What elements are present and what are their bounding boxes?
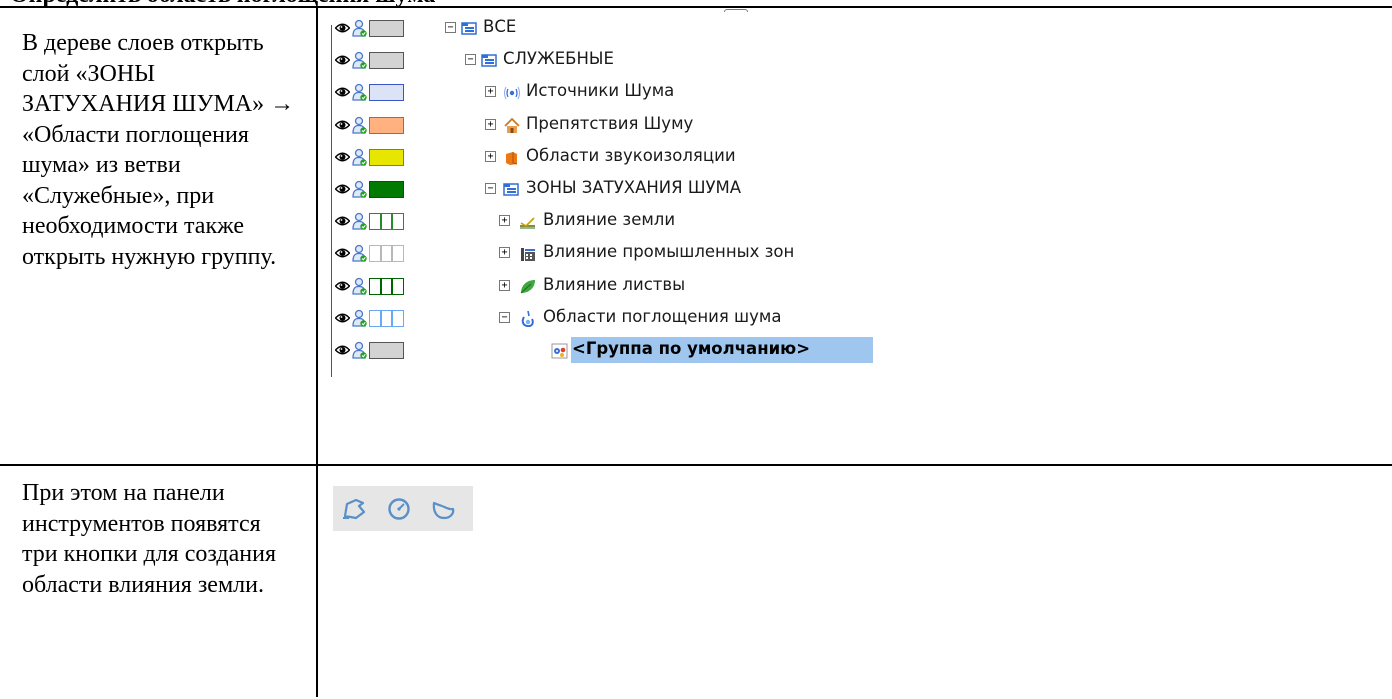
collapse-toggle[interactable]: −	[465, 54, 476, 66]
layer-tree-row[interactable]: <Группа по умолчанию>	[333, 334, 888, 366]
layer-style-swatch[interactable]	[369, 148, 404, 166]
layer-style-swatch[interactable]	[369, 277, 404, 295]
layer-tree-label[interactable]: Влияние земли	[543, 210, 675, 229]
expand-toggle[interactable]: +	[485, 118, 496, 130]
absorption-icon	[521, 310, 534, 327]
visibility-eye-icon[interactable]	[335, 183, 350, 195]
layer-tree-row[interactable]: − СЛУЖЕБНЫЕ	[333, 44, 888, 76]
layer-style-swatch[interactable]	[369, 245, 404, 263]
edit-lock-icon[interactable]	[351, 19, 368, 38]
layer-tree-label[interactable]: СЛУЖЕБНЫЕ	[503, 49, 614, 68]
outline-area-icon	[432, 501, 455, 520]
layer-tree-label[interactable]: Области звукоизоляции	[526, 146, 736, 165]
layer-tree-label[interactable]: <Группа по умолчанию>	[572, 339, 810, 358]
circle-area-button[interactable]	[383, 494, 415, 524]
visibility-eye-icon[interactable]	[335, 312, 350, 324]
layer-tree: − ВСЕ − СЛУЖЕБНЫЕ + Источники Шума + Препятстви…	[333, 12, 888, 377]
layer-tree-row[interactable]: − Области поглощения шума	[333, 302, 888, 334]
folder-layer-icon	[461, 22, 477, 35]
layer-style-swatch[interactable]	[369, 309, 404, 327]
expand-toggle[interactable]: +	[499, 215, 510, 227]
folder-layer-icon	[503, 183, 519, 196]
layer-style-swatch[interactable]	[369, 181, 404, 198]
collapse-toggle[interactable]: −	[499, 311, 510, 323]
layer-tree-label[interactable]: Источники Шума	[526, 81, 674, 100]
table-row: При этом на панели инструментов появятся…	[0, 466, 1392, 699]
layer-style-swatch[interactable]	[369, 342, 404, 359]
layer-tree-label[interactable]: Влияние промышленных зон	[543, 242, 794, 261]
edit-lock-icon[interactable]	[351, 309, 368, 328]
circle-area-icon	[388, 498, 410, 520]
visibility-eye-icon[interactable]	[335, 215, 350, 227]
layer-style-swatch[interactable]	[369, 52, 404, 70]
layer-tree-label[interactable]: Влияние листвы	[543, 275, 685, 294]
layer-tree-row[interactable]: − ВСЕ	[333, 12, 888, 44]
edit-lock-icon[interactable]	[351, 83, 368, 102]
outline-area-button[interactable]	[427, 494, 459, 524]
edit-lock-icon[interactable]	[351, 341, 368, 360]
folder-layer-icon	[481, 54, 497, 67]
polygon-area-icon	[343, 498, 366, 520]
table-column-divider	[316, 6, 318, 697]
orange-block-icon	[506, 151, 518, 165]
layer-tree-label[interactable]: Препятствия Шуму	[526, 114, 693, 133]
edit-lock-icon[interactable]	[351, 180, 368, 199]
layer-tree-label[interactable]: ЗОНЫ ЗАТУХАНИЯ ШУМА	[526, 178, 741, 197]
tree-frame-left	[331, 25, 332, 377]
step-instruction-text: В дереве слоев открыть слой «ЗОНЫ ЗАТУХА…	[22, 30, 295, 270]
expand-toggle[interactable]: +	[485, 150, 496, 162]
layer-tree-row[interactable]: + Влияние земли	[333, 205, 888, 237]
edit-lock-icon[interactable]	[351, 277, 368, 296]
visibility-eye-icon[interactable]	[335, 22, 350, 34]
visibility-eye-icon[interactable]	[335, 344, 350, 356]
factory-icon	[521, 248, 535, 262]
layer-style-swatch[interactable]	[369, 20, 404, 37]
expand-toggle[interactable]: +	[499, 279, 510, 291]
layer-tree-row[interactable]: − ЗОНЫ ЗАТУХАНИЯ ШУМА	[333, 173, 888, 205]
noise-source-icon	[504, 87, 520, 100]
layer-tree-row[interactable]: + Влияние листвы	[333, 270, 888, 302]
visibility-eye-icon[interactable]	[335, 151, 350, 163]
layer-tree-row[interactable]: + Влияние промышленных зон	[333, 237, 888, 269]
collapse-toggle[interactable]: −	[485, 183, 496, 194]
visibility-eye-icon[interactable]	[335, 54, 350, 66]
polygon-area-button[interactable]	[339, 494, 371, 524]
group-icon	[551, 343, 568, 359]
leaf-icon	[520, 279, 535, 293]
area-toolbar	[333, 486, 473, 531]
step-result-text: При этом на панели инструментов появятся…	[22, 480, 276, 598]
edit-lock-icon[interactable]	[351, 148, 368, 167]
expand-toggle[interactable]: +	[499, 247, 510, 259]
edit-lock-icon[interactable]	[351, 51, 368, 70]
layer-style-swatch[interactable]	[369, 213, 404, 231]
edit-lock-icon[interactable]	[351, 212, 368, 231]
visibility-eye-icon[interactable]	[335, 86, 350, 98]
collapse-toggle[interactable]: −	[445, 22, 456, 33]
layer-tree-label[interactable]: ВСЕ	[483, 17, 516, 36]
layer-tree-label[interactable]: Области поглощения шума	[543, 307, 781, 326]
layer-tree-row[interactable]: + Источники Шума	[333, 76, 888, 108]
edit-lock-icon[interactable]	[351, 244, 368, 263]
visibility-eye-icon[interactable]	[335, 119, 350, 131]
house-icon	[504, 117, 520, 133]
layer-style-swatch[interactable]	[369, 116, 404, 134]
edit-lock-icon[interactable]	[351, 116, 368, 135]
layer-style-swatch[interactable]	[369, 84, 404, 102]
visibility-eye-icon[interactable]	[335, 280, 350, 292]
expand-toggle[interactable]: +	[485, 86, 496, 98]
visibility-eye-icon[interactable]	[335, 247, 350, 259]
layer-tree-row[interactable]: + Области звукоизоляции	[333, 141, 888, 173]
layer-tree-row[interactable]: + Препятствия Шуму	[333, 109, 888, 141]
ground-icon	[520, 217, 535, 229]
